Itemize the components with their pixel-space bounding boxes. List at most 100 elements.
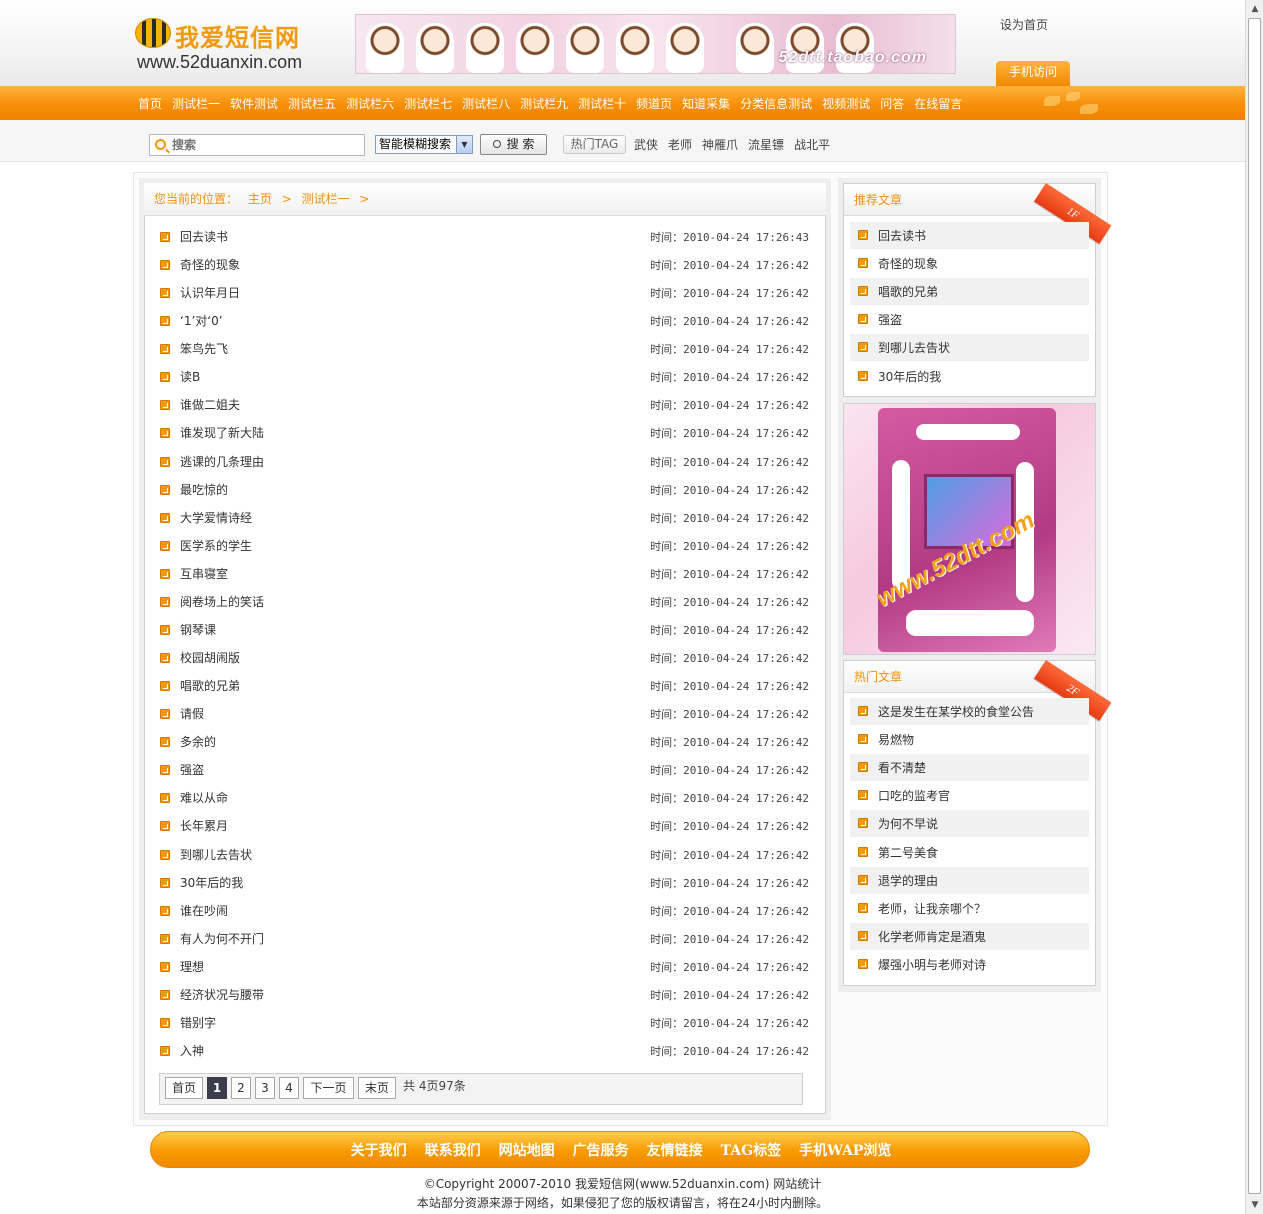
footer-link[interactable]: 广告服务: [573, 1140, 629, 1160]
article-title-link[interactable]: 钢琴课: [180, 621, 216, 638]
article-title-link[interactable]: 强盗: [180, 761, 204, 778]
article-title-link[interactable]: 回去读书: [180, 228, 228, 245]
article-title-link[interactable]: 互串寝室: [180, 565, 228, 582]
hot-tag-link[interactable]: 老师: [668, 136, 692, 153]
article-title-link[interactable]: 多余的: [180, 733, 216, 750]
article-title-link[interactable]: 笨鸟先飞: [180, 340, 228, 357]
article-title-link[interactable]: 校园胡闹版: [180, 649, 240, 666]
nav-item[interactable]: 测试栏八: [462, 95, 510, 112]
header-banner-ad[interactable]: 52dtt.taobao.com: [355, 14, 956, 74]
page-4-button[interactable]: 4: [279, 1077, 299, 1099]
article-title-link[interactable]: 最吃惊的: [180, 481, 228, 498]
side-article-title[interactable]: 第二号美食: [878, 844, 938, 861]
side-article-title[interactable]: 口吃的监考官: [878, 787, 950, 804]
site-logo[interactable]: 我爱短信网 www.52duanxin.com: [133, 14, 333, 74]
nav-item[interactable]: 分类信息测试: [740, 95, 812, 112]
nav-item[interactable]: 软件测试: [230, 95, 278, 112]
article-title-link[interactable]: 错别字: [180, 1014, 216, 1031]
chevron-down-icon[interactable]: ▼: [456, 136, 472, 153]
article-title-link[interactable]: 大学爱情诗经: [180, 509, 252, 526]
article-title-link[interactable]: 逃课的几条理由: [180, 453, 264, 470]
side-list-item[interactable]: 为何不早说: [850, 810, 1089, 838]
search-button[interactable]: 搜 索: [480, 134, 547, 155]
article-title-link[interactable]: 30年后的我: [180, 874, 243, 891]
nav-item[interactable]: 首页: [138, 95, 162, 112]
side-list-item[interactable]: 退学的理由: [850, 866, 1089, 894]
scroll-up-icon[interactable]: ▲: [1249, 3, 1261, 15]
side-list-item[interactable]: 30年后的我: [850, 363, 1089, 390]
footer-link[interactable]: 联系我们: [425, 1140, 481, 1160]
side-article-title[interactable]: 这是发生在某学校的食堂公告: [878, 703, 1034, 720]
search-field[interactable]: [149, 134, 365, 156]
last-page-button[interactable]: 末页: [358, 1077, 396, 1099]
article-title-link[interactable]: 有人为何不开门: [180, 930, 264, 947]
side-article-title[interactable]: 易燃物: [878, 731, 914, 748]
article-title-link[interactable]: 奇怪的现象: [180, 256, 240, 273]
side-list-item[interactable]: 第二号美食: [850, 839, 1089, 866]
side-list-item[interactable]: 看不清楚: [850, 754, 1089, 782]
side-list-item[interactable]: 爆强小明与老师对诗: [850, 951, 1089, 978]
nav-item[interactable]: 测试栏五: [288, 95, 336, 112]
footer-link[interactable]: 关于我们: [351, 1140, 407, 1160]
article-title-link[interactable]: 到哪儿去告状: [180, 846, 252, 863]
breadcrumb-home[interactable]: 主页: [248, 192, 272, 206]
vertical-scrollbar[interactable]: ▲ ▼: [1245, 0, 1263, 1214]
page-2-button[interactable]: 2: [231, 1077, 251, 1099]
side-article-title[interactable]: 回去读书: [878, 227, 926, 244]
side-article-title[interactable]: 唱歌的兄弟: [878, 283, 938, 300]
hot-tag-link[interactable]: 流星镖: [748, 136, 784, 153]
footer-link[interactable]: TAG标签: [721, 1140, 781, 1160]
scroll-down-icon[interactable]: ▼: [1249, 1199, 1261, 1211]
side-article-title[interactable]: 为何不早说: [878, 815, 938, 832]
nav-item[interactable]: 在线留言: [914, 95, 962, 112]
side-article-title[interactable]: 化学老师肯定是酒鬼: [878, 928, 986, 945]
scrollbar-thumb[interactable]: [1248, 18, 1261, 1194]
nav-item[interactable]: 频道页: [636, 95, 672, 112]
nav-item[interactable]: 视频测试: [822, 95, 870, 112]
side-article-title[interactable]: 30年后的我: [878, 368, 941, 385]
hot-tag-link[interactable]: 战北平: [794, 136, 830, 153]
page-3-button[interactable]: 3: [255, 1077, 275, 1099]
side-list-item[interactable]: 唱歌的兄弟: [850, 278, 1089, 306]
article-title-link[interactable]: 谁在吵闹: [180, 902, 228, 919]
article-title-link[interactable]: 谁发现了新大陆: [180, 424, 264, 441]
article-title-link[interactable]: 理想: [180, 958, 204, 975]
article-title-link[interactable]: 入神: [180, 1042, 204, 1059]
nav-item[interactable]: 测试栏九: [520, 95, 568, 112]
side-article-title[interactable]: 到哪儿去告状: [878, 339, 950, 356]
hot-tag-link[interactable]: 武侠: [634, 136, 658, 153]
side-list-item[interactable]: 化学老师肯定是酒鬼: [850, 922, 1089, 950]
mobile-access-tab[interactable]: 手机访问: [996, 61, 1070, 86]
side-article-title[interactable]: 强盗: [878, 311, 902, 328]
side-article-title[interactable]: 爆强小明与老师对诗: [878, 956, 986, 973]
article-title-link[interactable]: 难以从命: [180, 789, 228, 806]
side-article-title[interactable]: 退学的理由: [878, 872, 938, 889]
footer-link[interactable]: 网站地图: [499, 1140, 555, 1160]
first-page-button[interactable]: 首页: [165, 1077, 203, 1099]
article-title-link[interactable]: ‘1’对‘0’: [180, 312, 223, 329]
footer-link[interactable]: 友情链接: [647, 1140, 703, 1160]
side-list-item[interactable]: 强盗: [850, 306, 1089, 333]
article-title-link[interactable]: 经济状况与腰带: [180, 986, 264, 1003]
side-list-item[interactable]: 易燃物: [850, 726, 1089, 753]
next-page-button[interactable]: 下一页: [303, 1077, 354, 1099]
nav-item[interactable]: 测试栏一: [172, 95, 220, 112]
nav-item[interactable]: 问答: [880, 95, 904, 112]
side-list-item[interactable]: 回去读书: [850, 222, 1089, 249]
side-article-title[interactable]: 奇怪的现象: [878, 255, 938, 272]
nav-item[interactable]: 知道采集: [682, 95, 730, 112]
page-1-button[interactable]: 1: [207, 1077, 227, 1099]
side-article-title[interactable]: 看不清楚: [878, 759, 926, 776]
article-title-link[interactable]: 请假: [180, 705, 204, 722]
article-title-link[interactable]: 认识年月日: [180, 284, 240, 301]
side-list-item[interactable]: 口吃的监考官: [850, 782, 1089, 809]
article-title-link[interactable]: 读B: [180, 368, 200, 385]
nav-item[interactable]: 测试栏十: [578, 95, 626, 112]
search-mode-select[interactable]: 智能模糊搜索 ▼: [375, 135, 473, 154]
nav-item[interactable]: 测试栏七: [404, 95, 452, 112]
search-input[interactable]: [172, 137, 357, 153]
side-list-item[interactable]: 到哪儿去告状: [850, 334, 1089, 362]
side-ad-image[interactable]: www.52dtt.com: [843, 403, 1096, 655]
nav-item[interactable]: 测试栏六: [346, 95, 394, 112]
hot-tag-link[interactable]: 神雁爪: [702, 136, 738, 153]
